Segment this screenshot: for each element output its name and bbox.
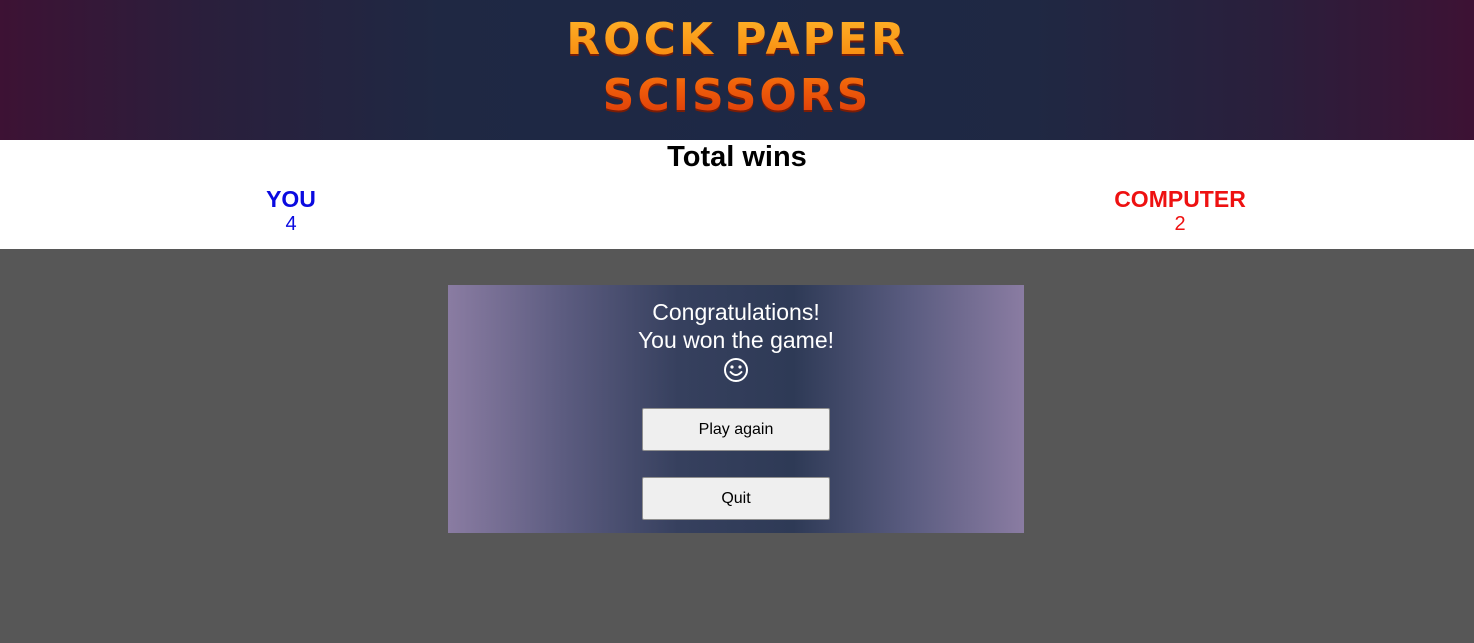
player-score: 4 — [285, 213, 297, 235]
scoreboard: Total wins YOU 4 COMPUTER 2 — [0, 140, 1474, 249]
play-again-button[interactable]: Play again — [642, 408, 830, 451]
congratulations-text: Congratulations! — [652, 299, 820, 325]
smiley-face-icon — [724, 358, 748, 382]
win-message: You won the game! — [637, 327, 835, 353]
header-banner: ROCK PAPER SCISSORS — [0, 0, 1474, 140]
game-result-modal: Congratulations! You won the game! Play … — [448, 285, 1024, 533]
computer-label: COMPUTER — [1114, 186, 1246, 212]
logo-line-2: SCISSORS — [602, 70, 872, 121]
total-wins-title: Total wins — [667, 141, 807, 173]
logo-line-1: ROCK PAPER — [566, 14, 908, 65]
computer-score: 2 — [1174, 213, 1186, 235]
game-logo: ROCK PAPER SCISSORS — [0, 12, 1474, 124]
player-score-panel: YOU 4 — [181, 186, 401, 236]
computer-score-panel: COMPUTER 2 — [1070, 186, 1290, 236]
player-label: YOU — [266, 186, 316, 212]
quit-button[interactable]: Quit — [642, 477, 830, 520]
